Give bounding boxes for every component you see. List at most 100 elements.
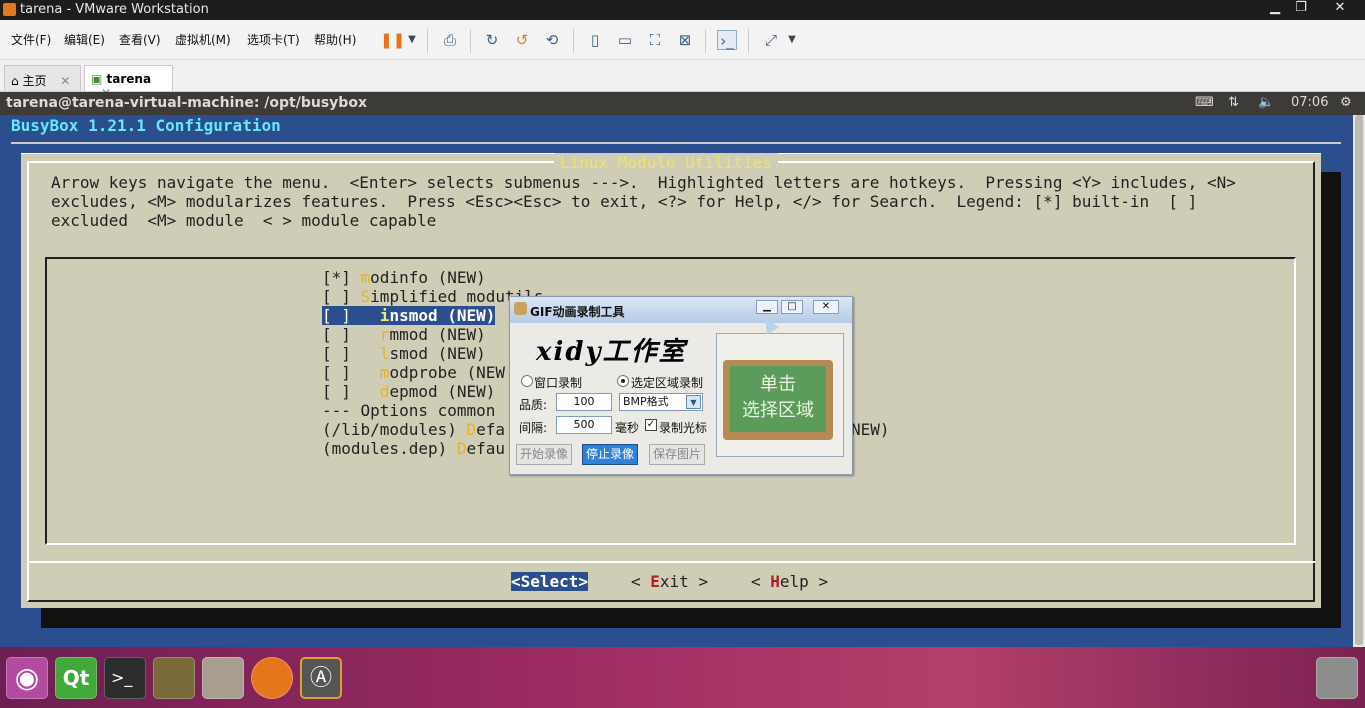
select-button[interactable]: <Select> [511,572,589,591]
terminal-icon[interactable]: >_ [104,657,146,699]
gif-minimize-button[interactable]: ▁ [756,300,778,314]
menu-item-rmmod[interactable]: [ ] rmmod (NEW) [322,325,486,344]
board-line-2: 选择区域 [742,400,814,421]
tab-tarena[interactable]: ▣ tarena ✕ [84,65,173,100]
toolbar-divider [573,29,574,53]
interval-label: 间隔: [519,421,548,435]
menu-item-options-common[interactable]: --- Options common [322,401,505,420]
sidebar-toggle-icon[interactable]: ▯ [585,30,605,50]
menu-item-insmod[interactable]: [ ] insmod (NEW) [322,306,496,325]
minimize-button[interactable]: ▁ [1262,0,1288,18]
volume-icon[interactable]: 🔈 [1258,95,1274,110]
menu-tabs[interactable]: 选项卡(T) [247,31,300,48]
terminal-view-icon[interactable]: ›_ [717,30,737,50]
menu-vm[interactable]: 虚拟机(M) [175,31,231,48]
vmware-title-bar: tarena - VMware Workstation ▁ ❐ ✕ [0,0,1365,20]
tab-home[interactable]: ⌂ 主页 ✕ [4,65,81,91]
qt-creator-icon[interactable]: Qt [55,657,97,699]
menu-item-depmod[interactable]: [ ] depmod (NEW) [322,382,495,401]
toolbar-divider [470,29,471,53]
ubuntu-dash-icon[interactable]: ◉ [6,657,48,699]
pause-icon[interactable]: ❚❚ [380,30,405,50]
unity-icon[interactable]: ⊠ [675,30,695,50]
save-image-button[interactable]: 保存图片 [649,444,705,465]
button-separator [27,561,1315,563]
tab-label: tarena [106,72,152,86]
menu-item-modprobe[interactable]: [ ] modprobe (NEW [322,363,505,382]
format-select[interactable]: BMP格式 ▼ [619,393,703,411]
menu-item-tail: NEW) [851,420,890,439]
interval-unit: 毫秒 [615,421,640,435]
send-ctrl-alt-del-icon[interactable]: ⎙ [440,30,460,50]
menu-item-modules-dep[interactable]: (modules.dep) Defau [322,439,505,458]
region-record-radio[interactable] [617,375,629,387]
close-icon[interactable]: ✕ [60,74,70,88]
start-record-button[interactable]: 开始录像 [516,444,572,465]
interval-input[interactable]: 500 [556,416,612,434]
trash-icon[interactable] [1316,657,1358,699]
region-record-label: 选定区域录制 [631,376,704,390]
window-record-label: 窗口录制 [534,376,583,390]
title-underline [11,142,1341,144]
maximize-button[interactable]: ❐ [1288,0,1314,18]
scrollbar-thumb[interactable] [1355,115,1363,645]
gif-recorder-titlebar[interactable]: GIF动画录制工具 ▁ □ ✕ [510,297,852,323]
select-region-button[interactable]: 单击 选择区域 [716,333,844,457]
exit-button[interactable]: < Exit > [631,572,708,591]
toolbar-divider [705,29,706,53]
file-manager-icon[interactable] [202,657,244,699]
firefox-icon[interactable] [251,657,293,699]
menu-file[interactable]: 文件(F) [11,31,51,48]
gif-app-icon [514,302,527,315]
chevron-down-icon[interactable]: ▼ [686,395,701,409]
revert-snapshot-icon[interactable]: ↺ [512,30,532,50]
window-record-radio[interactable] [521,375,533,387]
book-icon[interactable] [153,657,195,699]
chevron-down-icon[interactable]: ▼ [782,30,802,50]
tab-bar: ⌂ 主页 ✕ ▣ tarena ✕ [0,60,1365,100]
menu-edit[interactable]: 编辑(E) [64,31,105,48]
snapshot-icon[interactable]: ↻ [482,30,502,50]
clock[interactable]: 07:06 [1291,95,1328,110]
record-cursor-checkbox[interactable]: ✓ [645,419,657,431]
menu-view[interactable]: 查看(V) [119,31,161,48]
menu-help[interactable]: 帮助(H) [314,31,356,48]
dialog-title: Linux Module Utilities [554,153,778,172]
gif-logo: xidy工作室 [536,337,687,367]
gif-close-button[interactable]: ✕ [813,300,839,314]
format-value: BMP格式 [623,395,669,408]
stretch-icon[interactable]: ⤢ [761,30,781,50]
terminal-scrollbar[interactable] [1353,115,1365,647]
console-view-icon[interactable]: ▭ [615,30,635,50]
keyboard-icon[interactable]: ⌨ [1195,95,1214,110]
network-icon[interactable]: ⇅ [1228,95,1239,110]
fullscreen-icon[interactable]: ⛶ [645,30,665,50]
gif-recorder-window: GIF动画录制工具 ▁ □ ✕ xidy工作室 窗口录制 选定区域录制 品质: … [509,296,853,475]
chalkboard: 单击 选择区域 [730,366,826,432]
window-title: tarena - VMware Workstation [20,2,209,17]
gear-icon[interactable]: ⚙ [1340,95,1352,110]
chevron-down-icon[interactable]: ▼ [402,30,422,50]
help-line-3: excluded <M> module < > module capable [51,211,437,230]
menu-item-lib-modules[interactable]: (/lib/modules) Defa [322,420,505,439]
gif-maximize-button[interactable]: □ [781,300,803,314]
ubuntu-top-panel: tarena@tarena-virtual-machine: /opt/busy… [0,92,1365,115]
board-line-1: 单击 [760,374,796,395]
menu-item-lsmod[interactable]: [ ] lsmod (NEW) [322,344,486,363]
menu-item-modinfo[interactable]: [*] modinfo (NEW) [322,268,486,287]
snapshot-manager-icon[interactable]: ⟲ [542,30,562,50]
stop-record-button[interactable]: 停止录像 [582,444,638,465]
quality-input[interactable]: 100 [556,393,612,411]
help-button[interactable]: < Help > [751,572,828,591]
close-button[interactable]: ✕ [1327,0,1353,18]
vm-icon: ▣ [91,72,103,86]
ubuntu-launcher: ◉ Qt >_ Ⓐ [0,647,1365,708]
quality-label: 品质: [519,398,548,412]
updater-icon[interactable]: Ⓐ [300,657,342,699]
toolbar-divider [427,29,428,53]
panel-window-title: tarena@tarena-virtual-machine: /opt/busy… [6,95,367,111]
toolbar-divider [748,29,749,53]
vmware-logo-icon [3,3,16,16]
menu-toolbar: 文件(F) 编辑(E) 查看(V) 虚拟机(M) 选项卡(T) 帮助(H) ❚❚… [0,20,1365,60]
home-icon: ⌂ [11,74,19,88]
